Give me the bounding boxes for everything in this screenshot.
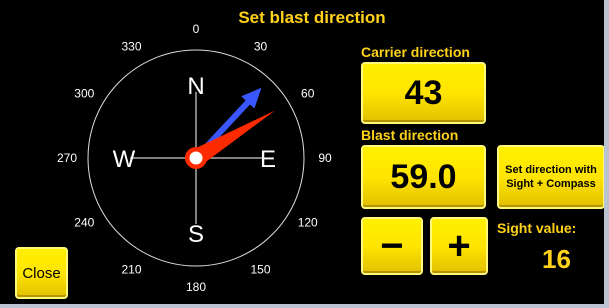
decrement-button[interactable]: − — [361, 217, 423, 275]
window-frame-right — [604, 0, 609, 308]
degree-label: 300 — [74, 87, 94, 101]
dialog-window: Set blast direction N S W E 0 30 60 90 120 15… — [0, 0, 609, 308]
compass-dial[interactable]: N S W E 0 30 60 90 120 150 180 210 240 270 300 330 — [40, 8, 360, 308]
cardinal-east: E — [260, 146, 276, 173]
degree-label: 270 — [57, 151, 77, 165]
sight-compass-button[interactable]: Set direction with Sight + Compass — [497, 145, 605, 209]
cardinal-south: S — [188, 221, 204, 248]
cardinal-west: W — [113, 146, 136, 173]
increment-button[interactable]: + — [430, 217, 488, 275]
carrier-direction-value: 43 — [361, 62, 486, 124]
compass-pivot-center — [189, 151, 203, 165]
sight-value: 16 — [542, 244, 571, 274]
degree-label: 60 — [301, 87, 315, 101]
degree-label: 180 — [186, 280, 206, 294]
degree-label: 120 — [298, 216, 318, 230]
degree-label: 30 — [254, 39, 268, 53]
close-button[interactable]: Close — [15, 247, 68, 299]
degree-label: 240 — [74, 216, 94, 230]
degree-label: 150 — [250, 263, 270, 277]
window-frame-bottom — [0, 304, 609, 308]
degree-label: 90 — [318, 151, 332, 165]
blast-direction-value[interactable]: 59.0 — [361, 145, 486, 209]
cardinal-north: N — [187, 73, 204, 100]
carrier-direction-label: Carrier direction — [361, 44, 470, 60]
sight-value-label: Sight value: — [497, 220, 577, 236]
blast-direction-label: Blast direction — [361, 127, 459, 143]
degree-label: 0 — [193, 22, 200, 36]
degree-label: 330 — [121, 39, 141, 53]
degree-label: 210 — [121, 263, 141, 277]
